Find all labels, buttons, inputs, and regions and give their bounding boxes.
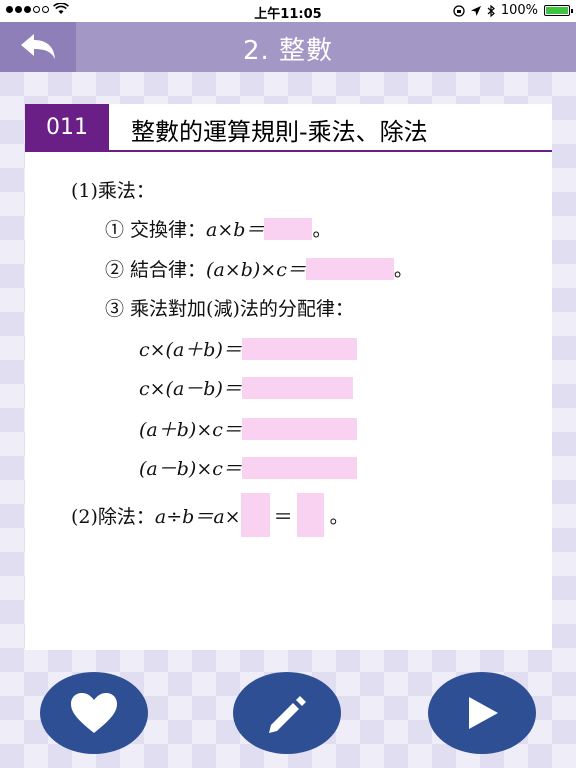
distributive-line-1: c×(a＋b)＝	[139, 335, 357, 362]
play-icon	[469, 697, 498, 729]
battery-percent: 100%	[500, 3, 538, 18]
multiplication-heading: (1)乘法：	[71, 180, 155, 202]
commutative-law: ① 交換律： a×b＝ 。	[105, 215, 331, 242]
distributive-formula-2: c×(a－b)＝	[139, 378, 242, 400]
status-bar: 上午11:05 100%	[0, 0, 576, 22]
division-formula: a÷b＝a×	[154, 505, 241, 528]
content-card: 011 整數的運算規則-乘法、除法 (1)乘法： ① 交換律： a×b＝ 。 ②…	[25, 104, 552, 650]
division-heading: (2)除法：	[71, 505, 155, 528]
battery-fill	[546, 7, 568, 14]
lesson-number-badge: 011	[25, 104, 109, 150]
answer-blank-division-2[interactable]	[296, 493, 324, 537]
distributive-line-4: (a－b)×c＝	[139, 454, 357, 481]
heart-icon	[71, 693, 117, 733]
division-equals: ＝	[273, 505, 293, 528]
answer-blank-distributive-4[interactable]	[241, 456, 357, 479]
location-icon	[470, 5, 481, 16]
distributive-formula-3: (a＋b)×c＝	[139, 419, 242, 441]
division-rule: (2)除法： a÷b＝a× ＝ 。	[71, 493, 349, 537]
status-right: 100%	[453, 3, 573, 18]
pencil-icon	[269, 696, 306, 733]
answer-blank-distributive-1[interactable]	[241, 337, 357, 360]
associative-label: ② 結合律：	[105, 259, 207, 281]
lesson-title: 整數的運算規則-乘法、除法	[131, 118, 428, 146]
distributive-line-2: c×(a－b)＝	[139, 374, 353, 401]
answer-blank-division-1[interactable]	[240, 493, 270, 537]
distributive-law-heading: ③ 乘法對加(減)法的分配律：	[105, 298, 354, 320]
answer-blank-distributive-2[interactable]	[241, 376, 353, 399]
screen-lock-icon	[453, 4, 465, 17]
commutative-period: 。	[312, 219, 332, 241]
title-divider	[25, 150, 552, 152]
distributive-line-3: (a＋b)×c＝	[139, 415, 357, 442]
header-bar: 2. 整數	[0, 22, 576, 72]
note-button[interactable]	[233, 672, 341, 754]
division-period: 。	[329, 505, 349, 528]
distributive-formula-1: c×(a＋b)＝	[139, 339, 242, 361]
associative-period: 。	[393, 259, 413, 281]
bluetooth-icon	[487, 4, 495, 17]
associative-formula: (a×b)×c＝	[206, 259, 306, 281]
battery-icon	[544, 5, 573, 16]
page-title: 2. 整數	[242, 36, 334, 66]
answer-blank-distributive-3[interactable]	[241, 417, 357, 440]
favorite-button[interactable]	[40, 672, 148, 754]
commutative-label: ① 交換律：	[105, 219, 207, 241]
distributive-formula-4: (a－b)×c＝	[139, 458, 242, 480]
commutative-formula: a×b＝	[206, 219, 265, 241]
next-button[interactable]	[428, 672, 536, 754]
answer-blank-commutative[interactable]	[264, 217, 313, 240]
answer-blank-associative[interactable]	[305, 257, 394, 280]
associative-law: ② 結合律： (a×b)×c＝ 。	[105, 255, 413, 282]
